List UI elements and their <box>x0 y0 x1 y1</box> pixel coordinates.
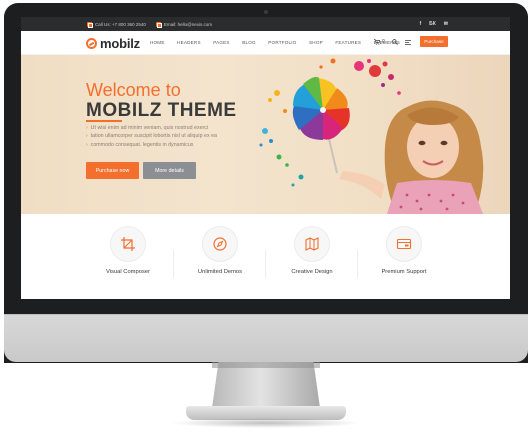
nav-item-pages[interactable]: PAGES <box>213 40 230 45</box>
nav-item-headers[interactable]: HEADERS <box>177 40 201 45</box>
feature-label: Unlimited Demos <box>197 269 243 275</box>
email-info[interactable]: Email: hello@nexis.com <box>155 21 212 28</box>
girl-photo <box>339 100 484 214</box>
feature-visual-composer[interactable]: Visual Composer <box>93 226 163 275</box>
title-underline <box>86 120 122 122</box>
social-links: f БК ✉ <box>419 20 448 28</box>
feature-unlimited-demos[interactable]: Unlimited Demos <box>185 226 255 275</box>
cart-icon <box>374 39 380 45</box>
feature-label: Visual Composer <box>105 269 151 275</box>
website-screen: Call Us: +7 800 360 2540 Email: hello@ne… <box>21 17 510 299</box>
chevron-right-icon: › <box>86 125 88 131</box>
hero-illustration <box>259 58 484 214</box>
pinwheel <box>292 76 350 140</box>
email-icon[interactable]: ✉ <box>444 20 448 28</box>
phone-text: Call Us: +7 800 360 2540 <box>95 21 146 27</box>
cart-button[interactable]: 0 <box>374 39 385 45</box>
feature-divider <box>357 250 358 278</box>
purchase-now-button[interactable]: Purchase now <box>86 162 139 179</box>
facebook-icon[interactable]: f <box>419 20 421 28</box>
hero-title: MOBILZ THEME <box>86 100 237 121</box>
hero-banner: Welcome to MOBILZ THEME › Ut wisi enim ad… <box>21 55 510 214</box>
hero-welcome: Welcome to <box>86 80 181 100</box>
hero-bullets: › Ut wisi enim ad minim veniam, quis nost… <box>86 124 217 149</box>
features-row: Visual Composer Unlimited Demos Creative… <box>21 214 510 299</box>
monitor-stand-neck <box>212 362 320 408</box>
hero-bullet: › Ut wisi enim ad minim veniam, quis nost… <box>86 125 209 131</box>
mail-icon <box>155 21 162 28</box>
more-details-button[interactable]: More details <box>143 162 196 179</box>
feature-divider <box>265 250 266 278</box>
vk-icon[interactable]: БК <box>429 20 436 28</box>
purchase-button[interactable]: Purchase <box>420 36 448 47</box>
map-icon <box>305 237 319 251</box>
phone-icon <box>87 21 93 28</box>
hero-bullet: › commodo consequat. legentis in dynamicu… <box>86 141 194 148</box>
top-info-bar: Call Us: +7 800 360 2540 Email: hello@ne… <box>21 17 510 31</box>
crop-icon <box>121 237 135 251</box>
monitor-chin <box>4 314 528 362</box>
search-icon[interactable] <box>392 39 398 45</box>
cart-count: 0 <box>382 39 385 45</box>
nav-item-home[interactable]: HOME <box>150 40 165 45</box>
feature-creative-design[interactable]: Creative Design <box>277 226 347 275</box>
feature-label: Creative Design <box>291 269 333 275</box>
logo-icon <box>86 38 97 49</box>
feature-premium-support[interactable]: Premium Support <box>369 226 439 275</box>
nav-item-portfolio[interactable]: PORTFOLIO <box>268 40 296 45</box>
nav-item-shop[interactable]: SHOP <box>309 40 323 45</box>
main-navigation: mobilz HOME HEADERS PAGES BLOG PORTFOLIO… <box>21 31 510 55</box>
compass-icon <box>213 237 227 251</box>
site-logo[interactable]: mobilz <box>86 36 140 51</box>
nav-item-features[interactable]: FEATURES <box>335 40 361 45</box>
hero-bullet: › tation ullamcorper suscipit lobortis ni… <box>86 133 217 140</box>
logo-text: mobilz <box>100 36 140 51</box>
feature-label: Premium Support <box>381 269 427 275</box>
chevron-right-icon: › <box>86 133 88 140</box>
nav-item-blog[interactable]: BLOG <box>242 40 256 45</box>
phone-info: Call Us: +7 800 360 2540 <box>87 21 146 28</box>
feature-divider <box>173 250 174 278</box>
menu-icon[interactable] <box>405 40 411 45</box>
card-icon <box>396 238 412 250</box>
email-text[interactable]: Email: hello@nexis.com <box>164 22 212 27</box>
webcam <box>264 10 268 14</box>
chevron-right-icon: › <box>86 141 88 148</box>
